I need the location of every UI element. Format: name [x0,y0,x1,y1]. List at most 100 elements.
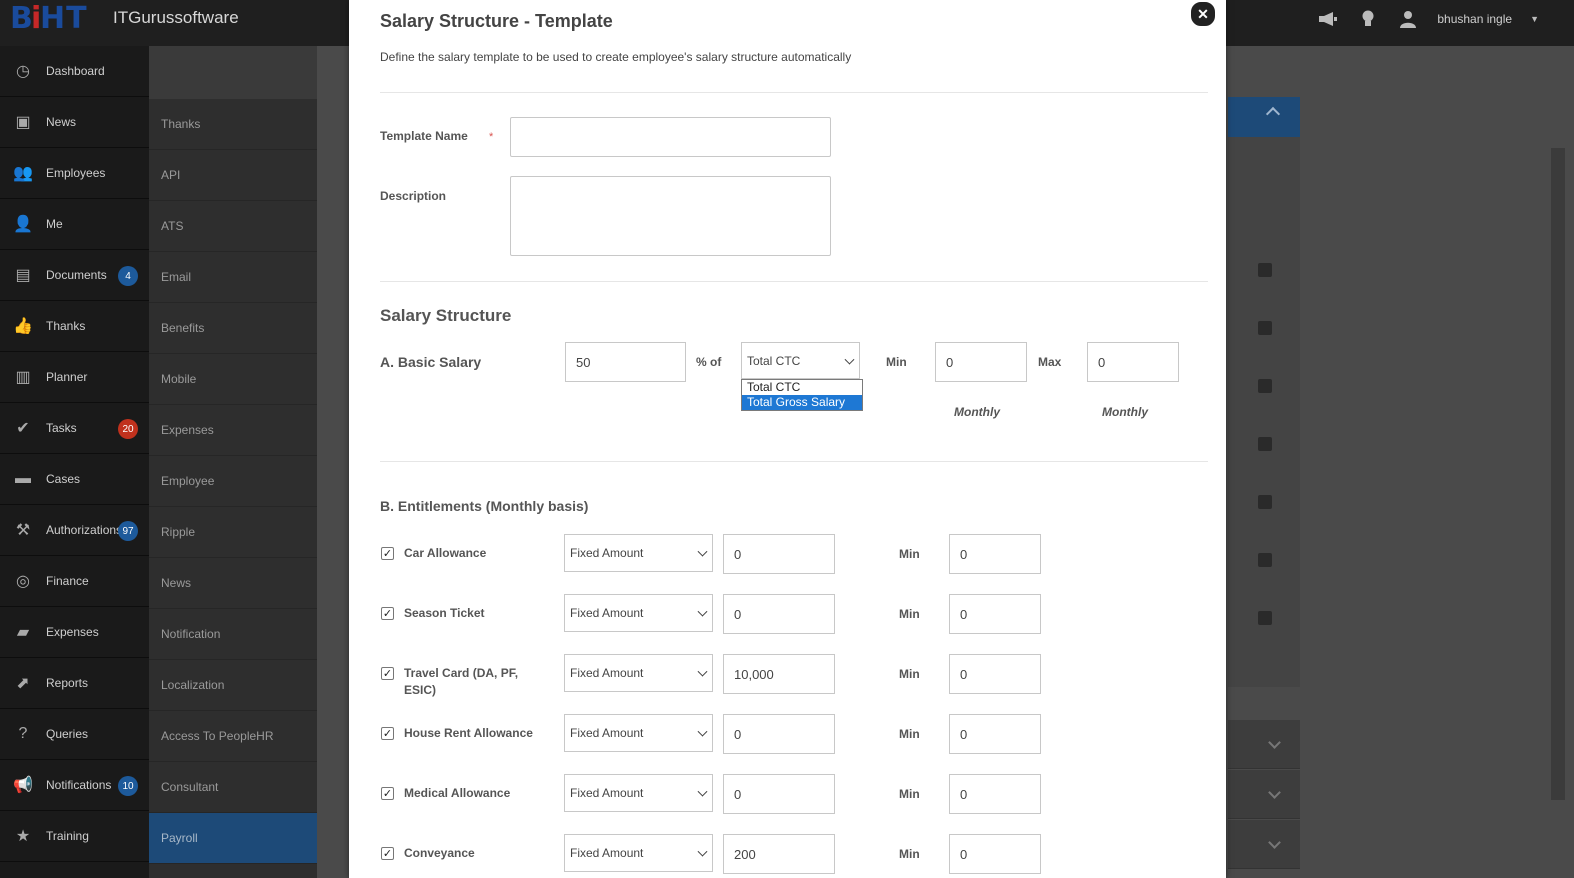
avatar-icon[interactable] [1397,9,1419,29]
entitlement-min-input[interactable]: 0 [949,534,1041,574]
entitlement-amount-input[interactable]: 200 [723,834,835,874]
submenu-item[interactable]: Mobile [149,354,317,405]
submenu-item[interactable]: Email [149,252,317,303]
close-modal-button[interactable]: ✕ [1189,0,1217,28]
sidebar-item[interactable]: ◎ Finance [0,556,149,607]
sidebar-item-label: Me [46,217,63,231]
edit-icon[interactable] [1258,495,1272,509]
sidebar-item[interactable]: ⚒ Authorizations 97 [0,505,149,556]
entitlement-type-select[interactable]: Fixed Amount [564,834,713,872]
accordion-row[interactable] [1228,770,1300,819]
entitlement-min-input[interactable]: 0 [949,774,1041,814]
user-name[interactable]: bhushan ingle [1437,12,1512,26]
accordion-row[interactable] [1228,720,1300,769]
submenu-item[interactable]: Thanks [149,99,317,150]
sidebar-item[interactable]: ▥ Planner [0,352,149,403]
description-textarea[interactable] [510,176,831,256]
sidebar-item[interactable]: 👥 Employees [0,148,149,199]
entitlement-amount-input[interactable]: 0 [723,534,835,574]
min-label: Min [886,355,907,369]
entitlement-min-input[interactable]: 0 [949,834,1041,874]
edit-icon[interactable] [1258,263,1272,277]
sidebar-icon: ⚒ [15,522,31,539]
submenu-item[interactable]: API [149,150,317,201]
sidebar-item[interactable]: ▬ Cases [0,454,149,505]
entitlement-min-input[interactable]: 0 [949,654,1041,694]
sidebar-item[interactable]: ▤ Documents 4 [0,250,149,301]
submenu-item[interactable]: ATS [149,201,317,252]
chevron-down-icon [697,726,708,737]
megaphone-icon[interactable] [1317,9,1339,29]
sidebar-item[interactable]: ▰ Expenses [0,607,149,658]
sidebar-item[interactable]: ✔ Tasks 20 [0,403,149,454]
panel-header[interactable] [1228,97,1300,137]
submenu-item[interactable]: Notification [149,609,317,660]
sidebar-item[interactable]: ? Queries [0,709,149,760]
chevron-up-icon[interactable] [1265,106,1281,122]
chevron-down-icon[interactable]: ▼ [1530,14,1539,24]
entitlement-checkbox[interactable]: ✓ [381,547,394,560]
entitlement-amount-input[interactable]: 0 [723,594,835,634]
sidebar-item[interactable]: 📢 Notifications 10 [0,760,149,811]
sidebar-item[interactable]: 👍 Thanks [0,301,149,352]
entitlement-type-select[interactable]: Fixed Amount [564,774,713,812]
company-name: ITGurussoftware [113,8,239,27]
sidebar-item[interactable]: 👤 Me [0,199,149,250]
app-logo[interactable]: B i HT [10,1,102,40]
sidebar-item[interactable]: ⬈ Reports [0,658,149,709]
dropdown-option-total-gross-salary[interactable]: Total Gross Salary [742,395,862,410]
submenu-item[interactable]: Consultant [149,762,317,813]
basic-min-input[interactable]: 0 [935,342,1027,382]
entitlement-amount-input[interactable]: 0 [723,774,835,814]
entitlement-type-select[interactable]: Fixed Amount [564,594,713,632]
entitlement-type-select[interactable]: Fixed Amount [564,714,713,752]
entitlement-min-input[interactable]: 0 [949,594,1041,634]
sidebar-item[interactable]: ◷ Dashboard [0,46,149,97]
submenu-item[interactable]: Access To PeopleHR [149,711,317,762]
entitlement-checkbox[interactable]: ✓ [381,727,394,740]
entitlement-checkbox[interactable]: ✓ [381,667,394,680]
entitlement-type-select[interactable]: Fixed Amount [564,654,713,692]
edit-icon[interactable] [1258,553,1272,567]
basic-base-select[interactable]: Total CTC [741,342,860,379]
entitlement-amount-input[interactable]: 0 [723,714,835,754]
sidebar-item[interactable]: ★ Training [0,811,149,862]
submenu-item[interactable]: Localization [149,660,317,711]
edit-icon[interactable] [1258,379,1272,393]
basic-max-input[interactable]: 0 [1087,342,1179,382]
entitlement-min-input[interactable]: 0 [949,714,1041,754]
entitlement-label: Travel Card (DA, PF, ESIC) [404,666,519,697]
submenu-item[interactable]: Benefits [149,303,317,354]
lightbulb-icon[interactable] [1357,9,1379,29]
template-name-input[interactable] [510,117,831,157]
sidebar-item[interactable]: ▣ News [0,97,149,148]
entitlement-type-select[interactable]: Fixed Amount [564,534,713,572]
basic-percent-input[interactable]: 50 [565,342,686,382]
min-label: Min [899,547,920,561]
submenu-item[interactable]: Ripple [149,507,317,558]
entitlement-checkbox[interactable]: ✓ [381,787,394,800]
submenu-item[interactable]: Employee [149,456,317,507]
divider [380,281,1208,282]
submenu-item[interactable]: News [149,558,317,609]
edit-icon[interactable] [1258,437,1272,451]
dropdown-option-total-ctc[interactable]: Total CTC [742,380,862,395]
submenu-item[interactable]: Expenses [149,405,317,456]
entitlement-checkbox[interactable]: ✓ [381,847,394,860]
entitlement-amount-input[interactable]: 10,000 [723,654,835,694]
sidebar-icon: ▥ [15,369,31,386]
min-label: Min [899,667,920,681]
sidebar-item-label: Training [46,829,89,843]
submenu-item[interactable]: Payroll [149,813,317,864]
accordion-row[interactable] [1228,820,1300,869]
edit-icon[interactable] [1258,611,1272,625]
entitlement-label: Conveyance [404,846,475,860]
settings-submenu: Thanks API ATS Email Benefits Mobile Expenses E… [149,46,317,878]
chevron-down-icon [1268,736,1281,749]
entitlement-type-value: Fixed Amount [570,726,644,740]
edit-icon[interactable] [1258,321,1272,335]
sidebar-icon: ? [18,725,28,742]
entitlement-checkbox[interactable]: ✓ [381,607,394,620]
chevron-down-icon [697,846,708,857]
page-scrollbar[interactable] [1551,148,1565,800]
